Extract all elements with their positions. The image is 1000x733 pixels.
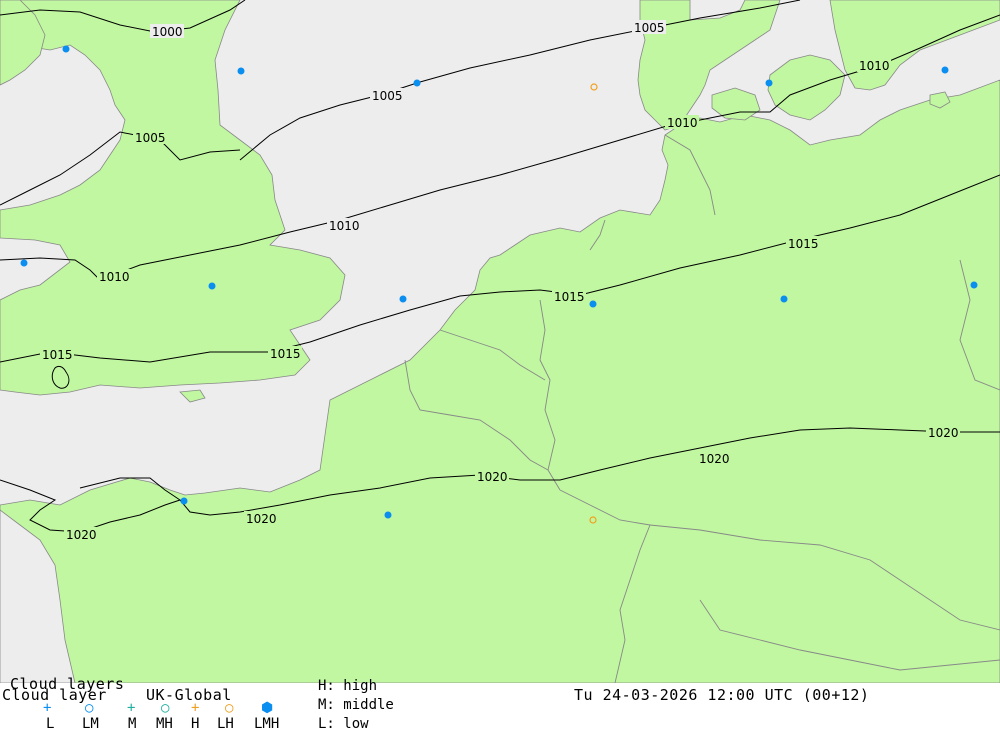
legend-label-lm: LM [82,716,99,732]
legend-label-l: L [46,716,55,732]
cloud-marker-lmh [589,300,597,308]
cloud-marker-lmh [399,295,407,303]
isobar-label-1020-c: 1020 [477,470,508,484]
isobar-label-1005-a: 1005 [372,89,403,103]
cloud-marker-lmh [765,79,773,87]
legend-key-middle: M: middle [318,697,394,713]
isobar-label-1010-b: 1010 [99,270,130,284]
isobar-label-1005-b: 1005 [634,21,665,35]
legend: Cloud layers Cloud layer UK-Global + ○ +… [0,675,1000,733]
cloud-marker-lmh [384,511,392,519]
legend-label-lh: LH [217,716,234,732]
legend-model: UK-Global [146,686,232,704]
isobar-label-1020-d: 1020 [699,452,730,466]
isobar-label-1010-c: 1010 [667,116,698,130]
legend-symbol-lh: ○ [225,700,234,716]
weather-map: 1000 1005 1005 1005 1010 1010 1010 1010 … [0,0,1000,683]
legend-label-h: H [191,716,200,732]
isobar-label-1020-b: 1020 [246,512,277,526]
cloud-marker-lmh [941,66,949,74]
legend-symbol-lm: ○ [85,700,94,716]
isobar-label-1005-c: 1005 [135,131,166,145]
cloud-marker-lmh [62,45,70,53]
cloud-marker-lmh [20,259,28,267]
legend-label-m: M [128,716,137,732]
cloud-marker-lmh [780,295,788,303]
legend-key-high: H: high [318,678,378,694]
legend-label-lmh: LMH [254,716,280,732]
legend-symbol-m: + [127,700,136,716]
isobar-label-1020-e: 1020 [928,426,959,440]
legend-key-low: L: low [318,716,369,732]
isobar-label-1015-c: 1015 [554,290,585,304]
cloud-marker-lmh [413,79,421,87]
legend-symbol-mh: ○ [161,700,170,716]
isobar-label-1000: 1000 [152,25,183,39]
valid-datetime: Tu 24-03-2026 12:00 UTC (00+12) [574,686,870,704]
isobar-label-1010-d: 1010 [859,59,890,73]
legend-symbol-lmh: ⬢ [261,700,274,716]
cloud-marker-lmh [237,67,245,75]
legend-symbol-h: + [191,700,200,716]
isobar-label-1015-b: 1015 [270,347,301,361]
isobar-label-1015-d: 1015 [788,237,819,251]
legend-label-mh: MH [156,716,173,732]
isobar-label-1020-a: 1020 [66,528,97,542]
isobar-label-1015-a: 1015 [42,348,73,362]
cloud-marker-lmh [180,497,188,505]
cloud-marker-lmh [970,281,978,289]
isobar-label-1010-a: 1010 [329,219,360,233]
legend-symbol-l: + [43,700,52,716]
cloud-marker-lmh [208,282,216,290]
